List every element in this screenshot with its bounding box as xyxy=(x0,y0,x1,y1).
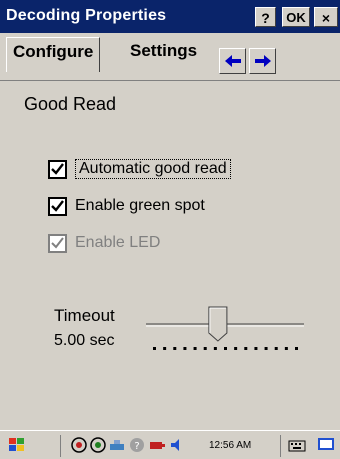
checkmark-icon xyxy=(51,163,64,175)
slider-tick xyxy=(153,347,156,350)
enable-led-checkbox xyxy=(48,233,67,253)
desktop-icon[interactable] xyxy=(317,436,335,454)
enable-green-spot-label: Enable green spot xyxy=(75,197,205,214)
svg-text:?: ? xyxy=(134,441,139,452)
title-bar: Decoding Properties ? OK × xyxy=(0,0,340,33)
help-circle-icon[interactable]: ? xyxy=(128,436,146,454)
ok-button[interactable]: OK xyxy=(282,7,310,27)
checkmark-icon xyxy=(51,237,64,249)
window-title: Decoding Properties xyxy=(6,7,167,24)
volume-icon[interactable] xyxy=(168,436,186,454)
slider-tick xyxy=(234,347,238,350)
slider-tick xyxy=(274,347,278,350)
slider-tick xyxy=(224,347,227,350)
tab-scroll-left-button[interactable] xyxy=(219,48,246,74)
network-icon[interactable] xyxy=(70,436,88,454)
start-windows-icon[interactable] xyxy=(8,436,26,454)
automatic-good-read-label: Automatic good read xyxy=(75,159,231,179)
keyboard-icon[interactable] xyxy=(288,436,306,454)
timeout-slider[interactable] xyxy=(146,305,304,355)
tab-scroll-right-button[interactable] xyxy=(249,48,276,74)
slider-tick xyxy=(193,347,197,350)
enable-green-spot-option[interactable]: Enable green spot xyxy=(48,194,205,218)
enable-led-label: Enable LED xyxy=(75,234,161,251)
taskbar-divider-right xyxy=(280,435,281,457)
slider-tick xyxy=(213,347,217,350)
taskbar: ? 12:56 AM xyxy=(0,430,340,459)
slider-tick xyxy=(264,347,268,350)
tab-configure[interactable]: Configure xyxy=(6,37,101,72)
close-button[interactable]: × xyxy=(314,7,338,27)
slider-ticks xyxy=(153,347,298,350)
sync-icon[interactable] xyxy=(89,436,107,454)
tab-strip: Configure Settings xyxy=(0,33,340,81)
automatic-good-read-checkbox[interactable] xyxy=(48,159,67,179)
tab-settings[interactable]: Settings xyxy=(130,41,197,61)
checkmark-icon xyxy=(51,200,64,212)
timeout-value: 5.00 sec xyxy=(54,332,115,349)
arrow-right-icon xyxy=(254,55,271,67)
enable-green-spot-checkbox[interactable] xyxy=(48,196,67,216)
slider-tick xyxy=(203,347,207,350)
slider-tick xyxy=(163,347,167,350)
slider-tick xyxy=(295,347,298,350)
slider-tick xyxy=(244,347,248,350)
slider-tick xyxy=(284,347,288,350)
connection-icon[interactable] xyxy=(108,436,126,454)
help-button[interactable]: ? xyxy=(255,7,276,27)
arrow-left-icon xyxy=(224,55,241,67)
power-icon[interactable] xyxy=(148,436,166,454)
slider-tick xyxy=(173,347,177,350)
slider-thumb[interactable] xyxy=(208,306,228,342)
taskbar-clock[interactable]: 12:56 AM xyxy=(209,440,251,451)
section-title: Good Read xyxy=(24,94,117,114)
automatic-good-read-option[interactable]: Automatic good read xyxy=(48,157,231,181)
enable-led-option: Enable LED xyxy=(48,231,160,255)
timeout-label: Timeout xyxy=(54,306,115,325)
slider-tick xyxy=(183,347,187,350)
slider-tick xyxy=(254,347,258,350)
taskbar-divider xyxy=(60,435,61,457)
